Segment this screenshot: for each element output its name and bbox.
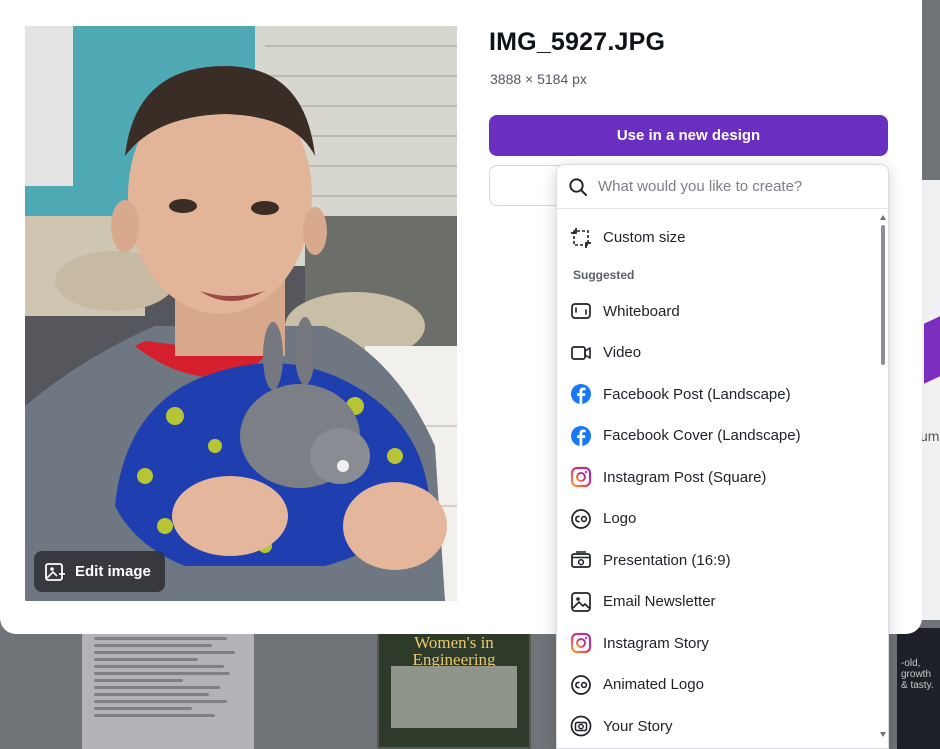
logo-icon (570, 508, 592, 530)
instagram-icon (570, 466, 592, 488)
create-design-dropdown: Custom size Suggested Whiteboard Video F… (556, 164, 889, 749)
file-name: IMG_5927.JPG (489, 28, 666, 56)
file-dimensions: 3888 × 5184 px (490, 71, 587, 87)
menu-item-label: Facebook Cover (Landscape) (603, 427, 801, 445)
menu-item-instagram-post[interactable]: Instagram Post (Square) (557, 457, 877, 499)
edit-image-label: Edit image (75, 563, 151, 580)
background-thumbnail: -old, growth & tasty. (897, 628, 940, 749)
search-icon (568, 177, 588, 197)
menu-item-custom-size[interactable]: Custom size (557, 217, 877, 259)
scrollbar-thumb[interactable] (881, 225, 885, 365)
edit-image-icon (44, 561, 66, 583)
use-in-new-design-button[interactable]: Use in a new design (489, 115, 888, 156)
menu-item-label: Video (603, 344, 642, 362)
facebook-icon (570, 383, 592, 405)
design-search-input[interactable] (598, 178, 868, 195)
menu-item-email-newsletter[interactable]: Email Newsletter (557, 581, 877, 623)
dropdown-scrollbar[interactable] (880, 215, 886, 745)
image-icon (570, 591, 592, 613)
menu-item-label: Presentation (16:9) (603, 551, 731, 569)
menu-item-label: Custom size (603, 229, 686, 247)
facebook-icon (570, 425, 592, 447)
menu-item-animated-logo[interactable]: Animated Logo (557, 664, 877, 706)
scroll-down-arrow-icon[interactable] (880, 732, 886, 737)
background-poster-thumbnail: Women's in Engineering (377, 628, 531, 749)
menu-item-instagram-story[interactable]: Instagram Story (557, 623, 877, 665)
design-search (557, 165, 888, 209)
menu-item-your-story[interactable]: Your Story (557, 706, 877, 748)
menu-item-label: Whiteboard (603, 302, 680, 320)
menu-item-label: Animated Logo (603, 676, 704, 694)
crop-resize-icon (570, 227, 592, 249)
instagram-icon (570, 632, 592, 654)
scroll-up-arrow-icon[interactable] (880, 215, 886, 220)
background-document-thumbnail (82, 625, 254, 749)
menu-item-label: Email Newsletter (603, 593, 716, 611)
menu-item-video[interactable]: Video (557, 332, 877, 374)
menu-item-logo[interactable]: Logo (557, 498, 877, 540)
menu-item-label: Logo (603, 510, 637, 528)
menu-item-label: Instagram Story (603, 634, 709, 652)
use-in-new-design-label: Use in a new design (616, 127, 761, 144)
image-preview (25, 26, 457, 601)
camera-icon (570, 715, 592, 737)
design-type-list: Custom size Suggested Whiteboard Video F… (557, 217, 877, 747)
logo-icon (570, 674, 592, 696)
menu-item-facebook-post[interactable]: Facebook Post (Landscape) (557, 374, 877, 416)
video-icon (570, 342, 592, 364)
section-heading-suggested: Suggested (573, 267, 635, 282)
menu-item-whiteboard[interactable]: Whiteboard (557, 291, 877, 333)
menu-item-label: Facebook Post (Landscape) (603, 385, 791, 403)
poster-text: Women's in Engineering (412, 633, 496, 669)
whiteboard-icon (570, 300, 592, 322)
menu-item-label: Instagram Post (Square) (603, 468, 767, 486)
menu-item-label: Your Story (603, 717, 673, 735)
menu-item-facebook-cover[interactable]: Facebook Cover (Landscape) (557, 415, 877, 457)
menu-item-presentation[interactable]: Presentation (16:9) (557, 540, 877, 582)
edit-image-button[interactable]: Edit image (34, 551, 165, 592)
presentation-icon (570, 549, 592, 571)
